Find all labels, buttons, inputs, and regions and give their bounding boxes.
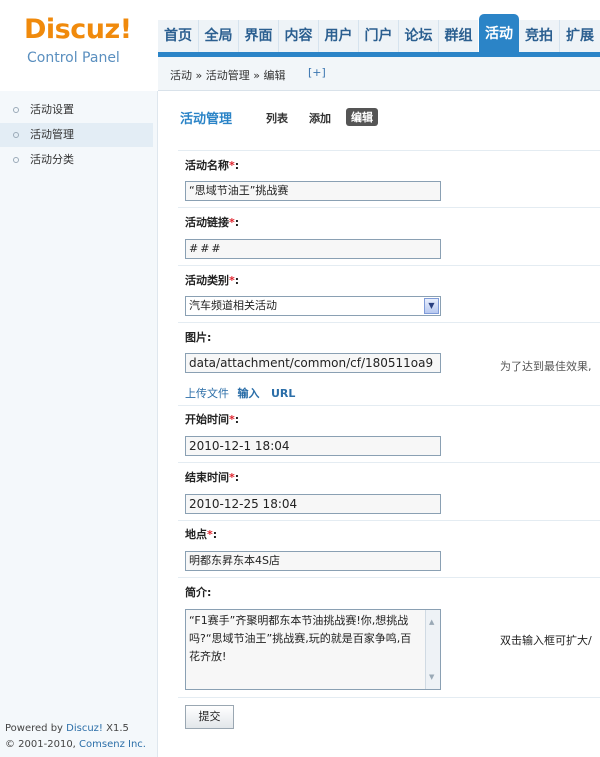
nav-item-group[interactable]: 群组 [438,20,478,52]
divider [178,150,600,151]
type-select[interactable]: 汽车频道相关活动 ▼ [185,296,441,316]
nav-item-activity[interactable]: 活动 [479,14,519,52]
add-shortcut-button[interactable]: [+] [308,66,326,79]
divider [178,265,600,266]
divider [178,322,600,323]
divider [178,462,600,463]
submit-button[interactable]: 提交 [185,705,234,729]
name-field[interactable]: “思域节油王”挑战赛 [185,181,441,201]
start-time-label: 开始时间*: [185,413,240,426]
place-field[interactable]: 明都东昇东本4S店 [185,551,441,571]
nav-item-extend[interactable]: 扩展 [559,20,600,52]
divider [178,577,600,578]
intro-textarea[interactable]: “F1赛手”齐聚明都东本节油挑战赛!你,想挑战吗?“思域节油王”挑战赛,玩的就是… [185,609,441,690]
breadcrumb-text: 活动 » 活动管理 » 编辑 [170,69,286,82]
nav-item-portal[interactable]: 门户 [358,20,398,52]
header: Discuz! Control Panel 首页 全局 界面 内容 用户 门户 … [0,0,600,91]
divider [178,207,600,208]
link-label: 活动链接*: [185,216,240,229]
powered-by: Powered by Discuz! X1.5 [5,723,129,734]
sidebar-item-activity-manage[interactable]: 活动管理 [0,123,153,147]
comsenz-link[interactable]: Comsenz Inc. [79,739,146,750]
sidebar: 活动设置 活动管理 活动分类 Powered by Discuz! X1.5 ©… [0,91,158,757]
place-label: 地点*: [185,528,218,541]
url-link[interactable]: URL [271,387,295,400]
start-time-field[interactable]: 2010-12-1 18:04 [185,436,441,456]
upload-file-link[interactable]: 上传文件 [185,387,229,400]
nav-item-auction[interactable]: 竞拍 [519,20,559,52]
breadcrumb: 活动 » 活动管理 » 编辑 [+] [158,57,600,91]
sidebar-item-activity-category[interactable]: 活动分类 [0,148,153,172]
logo-brand: Discuz! [24,14,132,45]
sidebar-item-activity-settings[interactable]: 活动设置 [0,98,153,122]
scroll-down-icon[interactable]: ▼ [429,668,434,686]
bullet-icon [13,107,19,113]
intro-hint: 双击输入框可扩大/ [500,634,592,647]
nav-item-style[interactable]: 界面 [238,20,278,52]
intro-text: “F1赛手”齐聚明都东本节油挑战赛!你,想挑战吗?“思域节油王”挑战赛,玩的就是… [189,614,412,663]
end-time-field[interactable]: 2010-12-25 18:04 [185,494,441,514]
image-label: 图片: [185,331,212,344]
nav-item-user[interactable]: 用户 [318,20,358,52]
tab-list[interactable]: 列表 [266,110,288,126]
upload-options: 上传文件 输入 URL [185,385,300,401]
divider [178,520,600,521]
image-hint: 为了达到最佳效果, [500,360,592,373]
nav-item-content[interactable]: 内容 [278,20,318,52]
main-panel: 活动管理 列表 添加 编辑 活动名称*: “思域节油王”挑战赛 活动链接*: #… [158,91,600,757]
sidebar-item-label: 活动设置 [30,103,74,116]
tab-add[interactable]: 添加 [309,110,331,126]
image-path-field[interactable]: data/attachment/common/cf/180511oa9 [185,353,441,373]
bullet-icon [13,157,19,163]
nav-item-home[interactable]: 首页 [158,20,198,52]
page-title: 活动管理 [180,112,233,127]
bullet-icon [13,132,19,138]
input-link[interactable]: 输入 [238,387,260,400]
sidebar-item-label: 活动管理 [30,128,74,141]
chevron-down-icon[interactable]: ▼ [424,298,439,314]
sidebar-item-label: 活动分类 [30,153,74,166]
end-time-label: 结束时间*: [185,471,240,484]
divider [178,697,600,698]
logo[interactable]: Discuz! Control Panel [0,0,158,91]
tab-edit[interactable]: 编辑 [346,108,378,126]
link-field[interactable]: ### [185,239,441,259]
top-nav: 首页 全局 界面 内容 用户 门户 论坛 群组 活动 竞拍 扩展 [158,0,600,57]
nav-item-global[interactable]: 全局 [198,20,238,52]
nav-item-forum[interactable]: 论坛 [398,20,438,52]
type-select-value: 汽车频道相关活动 [189,299,277,312]
discuz-link[interactable]: Discuz! [66,723,103,734]
logo-subtitle: Control Panel [27,50,120,66]
copyright: © 2001-2010, Comsenz Inc. [5,739,146,750]
divider [178,405,600,406]
type-label: 活动类别*: [185,274,240,287]
textarea-scrollbar[interactable]: ▲ ▼ [425,610,440,689]
name-label: 活动名称*: [185,159,240,172]
scroll-up-icon[interactable]: ▲ [429,613,434,631]
intro-label: 简介: [185,586,212,599]
